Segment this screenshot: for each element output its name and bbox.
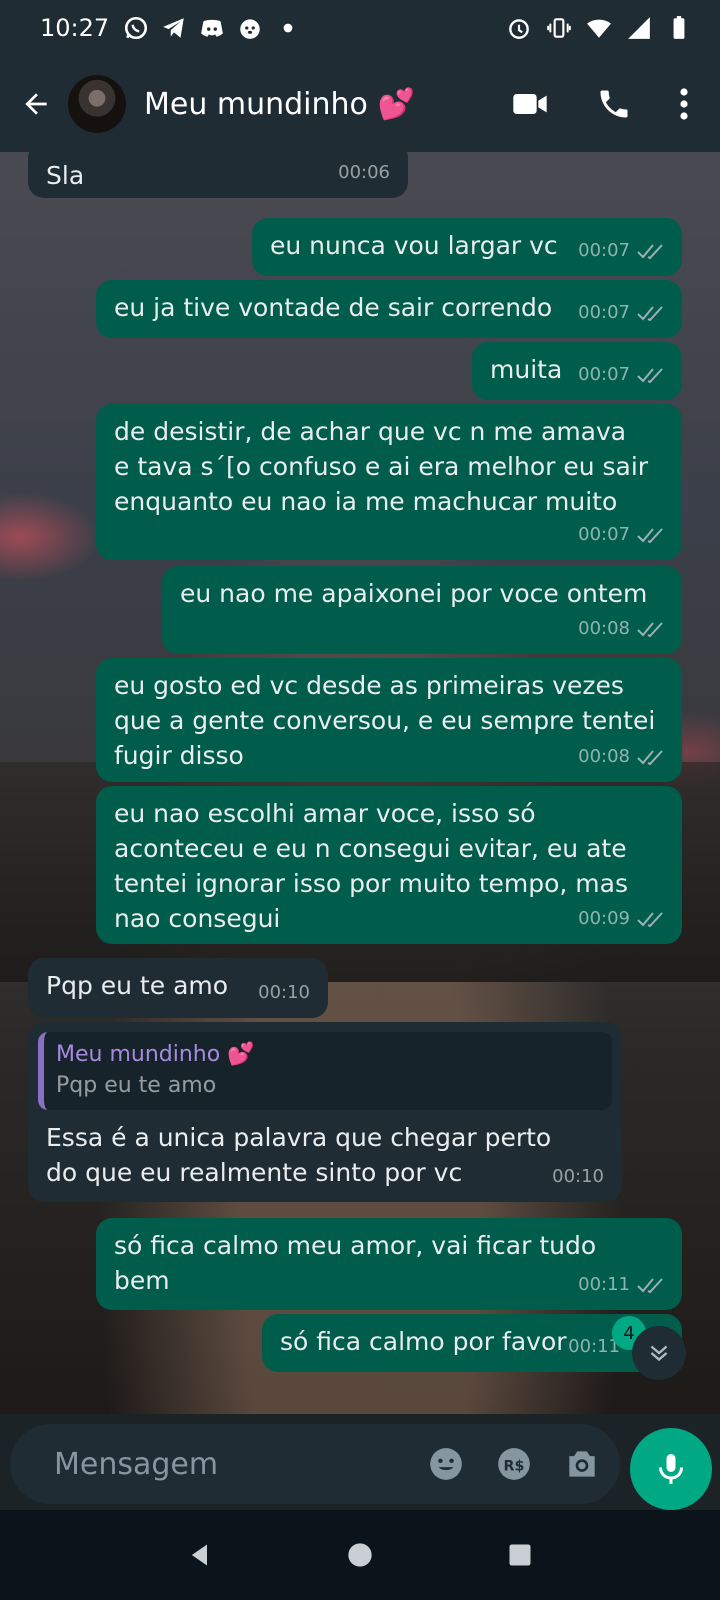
message-meta: 00:07 [578,233,666,268]
message-meta: 00:06 [338,155,390,190]
message-bubble[interactable]: de desistir, de achar que vc n me amava … [96,404,682,560]
message-meta: 00:10 [258,975,310,1010]
message-time: 00:08 [578,746,630,767]
back-button[interactable] [18,86,54,122]
read-ticks-icon [637,1277,663,1293]
message-bubble[interactable]: eu gosto ed vc desde as primeiras vezes … [96,658,682,782]
message-input[interactable] [54,1446,427,1482]
message-input-container: R$ [10,1424,620,1504]
message-time: 00:06 [338,162,390,183]
contact-avatar[interactable] [68,75,126,133]
system-navigation-bar [0,1510,720,1600]
dot-icon [283,23,293,33]
message-meta: 00:07 [578,357,666,392]
message-meta: 00:11 [578,1267,666,1302]
vibrate-icon [547,18,571,38]
nav-recents-icon[interactable] [506,1541,534,1569]
message-text: de desistir, de achar que vc n me amava … [114,417,649,516]
message-time: 00:09 [578,908,630,929]
message-bubble[interactable]: eu ja tive vontade de sair correndo 00:0… [96,280,682,338]
message-bubble[interactable]: Sla 00:06 [28,152,408,198]
scroll-to-bottom-button[interactable] [632,1326,686,1380]
read-ticks-icon [637,911,663,927]
whatsapp-icon [125,16,148,40]
message-meta: 00:08 [578,739,666,774]
emoji-icon[interactable] [427,1445,465,1483]
read-ticks-icon [637,367,663,383]
message-bubble[interactable]: eu nao escolhi amar voce, isso só aconte… [96,786,682,944]
battery-icon [673,16,685,39]
chat-header: Meu mundinho 💕 [0,56,720,152]
payment-icon[interactable]: R$ [495,1445,533,1483]
nav-home-icon[interactable] [346,1541,374,1569]
message-time: 00:07 [578,240,630,261]
reply-message-bubble[interactable]: Meu mundinho 💕 Pqp eu te amo Essa é a un… [28,1022,622,1202]
svg-text:R$: R$ [504,1458,525,1474]
back-arrow-icon [25,93,47,115]
message-meta: 00:07 [578,517,666,552]
message-time: 00:07 [578,302,630,323]
read-ticks-icon [637,243,663,259]
header-actions [510,84,690,124]
system-icons [506,15,692,41]
notification-icons [123,15,301,41]
contact-name[interactable]: Meu mundinho 💕 [144,87,415,122]
message-time: 00:07 [578,364,630,385]
message-bubble[interactable]: eu nunca vou largar vc 00:07 [252,218,682,276]
alarm-icon [509,19,529,39]
quoted-text: Pqp eu te amo [56,1073,217,1098]
message-time: 00:08 [578,618,630,639]
chat-area[interactable]: Sla 00:06 eu nunca vou largar vc 00:07 e… [0,152,720,1414]
wifi-icon [587,19,611,38]
message-meta: 00:08 [578,611,666,646]
read-ticks-icon [637,527,663,543]
message-bubble[interactable]: só fica calmo meu amor, vai ficar tudo b… [96,1218,682,1310]
microphone-icon [659,1454,683,1484]
voice-message-button[interactable] [630,1428,712,1510]
more-options-icon[interactable] [678,86,690,122]
message-text: Essa é a unica palavra que chegar perto … [46,1123,552,1187]
read-ticks-icon [637,621,663,637]
message-time: 00:11 [578,1274,630,1295]
voice-call-icon[interactable] [596,86,632,122]
quoted-message[interactable]: Meu mundinho 💕 Pqp eu te amo [38,1032,612,1110]
discord-icon [201,19,224,37]
video-call-icon[interactable] [510,84,550,124]
message-composer: R$ [0,1414,720,1510]
message-meta: 00:10 [552,1159,604,1194]
message-time: 00:10 [552,1166,604,1187]
status-time: 10:27 [40,14,110,42]
message-bubble[interactable]: muita 00:07 [472,342,682,400]
message-text: eu nao me apaixonei por voce ontem [180,579,648,608]
double-chevron-down-icon [650,1345,668,1362]
status-bar: 10:27 [0,0,720,56]
message-time: 00:10 [258,982,310,1003]
read-ticks-icon [637,749,663,765]
message-meta: 00:07 [578,295,666,330]
message-time: 00:07 [578,524,630,545]
camera-icon[interactable] [563,1445,601,1483]
read-ticks-icon [637,305,663,321]
signal-icon [628,17,650,39]
quoted-author: Meu mundinho 💕 [56,1042,255,1067]
message-meta: 00:09 [578,901,666,936]
wallpaper-detail [0,492,100,582]
message-bubble[interactable]: eu nao me apaixonei por voce ontem 00:08 [162,566,682,654]
dog-app-icon [240,19,260,39]
message-bubble[interactable]: Pqp eu te amo 00:10 [28,958,328,1018]
composer-icons: R$ [427,1445,601,1483]
telegram-icon [163,18,184,38]
nav-back-icon[interactable] [186,1541,214,1569]
